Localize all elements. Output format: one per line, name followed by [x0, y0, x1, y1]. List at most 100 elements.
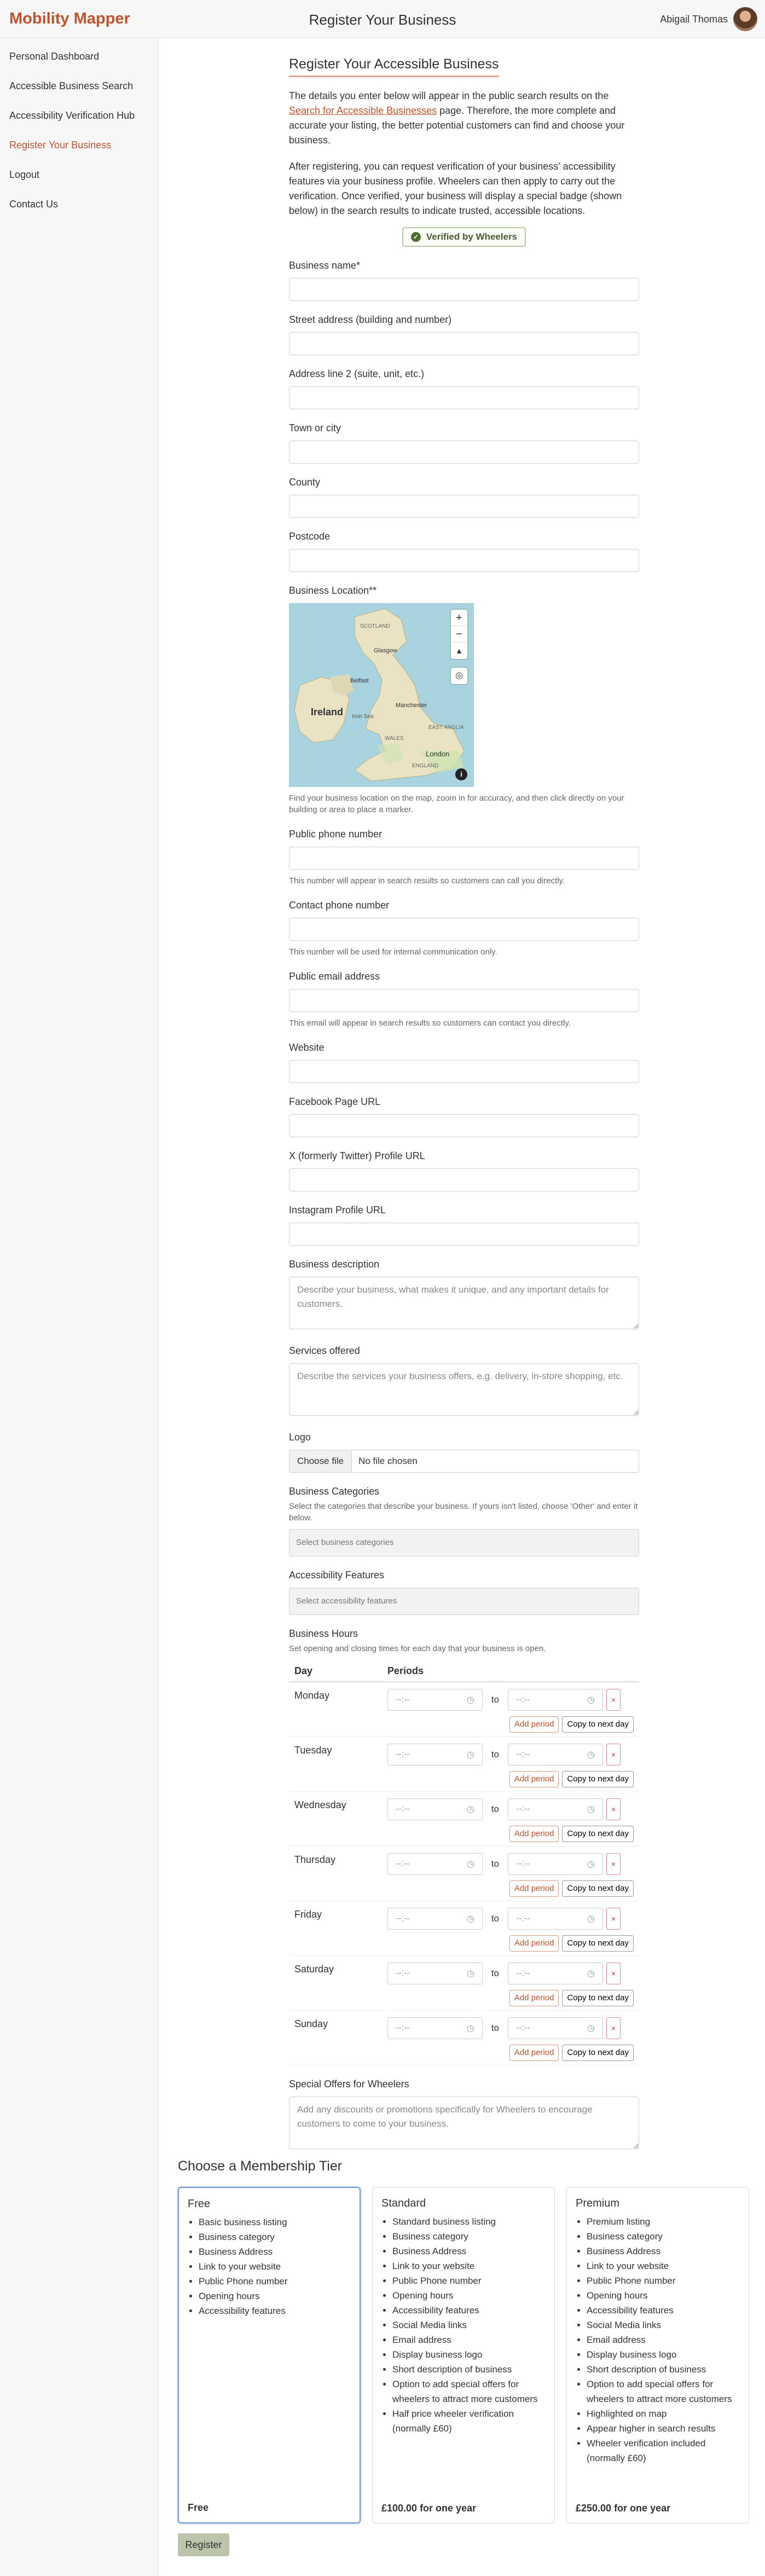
tier-card-standard[interactable]: StandardStandard business listingBusines… [372, 2187, 555, 2523]
clock-icon: ◷ [587, 1695, 595, 1705]
intro-paragraph-2: After registering, you can request verif… [289, 161, 622, 216]
tier-feature: Link to your website [392, 2259, 546, 2273]
copy-next-day-button[interactable]: Copy to next day [562, 1935, 634, 1952]
copy-next-day-button[interactable]: Copy to next day [562, 1880, 634, 1897]
remove-period-button[interactable]: × [606, 1853, 621, 1875]
contact-phone-input[interactable] [289, 918, 639, 941]
tier-card-free[interactable]: Free Basic business listingBusiness categ… [178, 2187, 361, 2523]
facebook-input[interactable] [289, 1114, 639, 1137]
register-button[interactable]: Register [178, 2533, 229, 2556]
twitter-input[interactable] [289, 1168, 639, 1191]
hours-help: Set opening and closing times for each d… [289, 1644, 546, 1653]
day-name: Monday [289, 1682, 382, 1737]
map-canvas[interactable]: SCOTLAND Glasgow Belfast Ireland Irish S… [289, 603, 474, 787]
sidebar-item-verification[interactable]: Accessibility Verification Hub [0, 101, 158, 130]
town-input[interactable] [289, 441, 639, 464]
address2-input[interactable] [289, 386, 639, 409]
open-time-input[interactable]: --:-- ◷ [387, 1853, 483, 1875]
remove-period-button[interactable]: × [606, 1962, 621, 1984]
remove-period-button[interactable]: × [606, 1689, 621, 1711]
sidebar-item-dashboard[interactable]: Personal Dashboard [0, 42, 158, 71]
zoom-out-icon[interactable]: − [451, 626, 467, 642]
info-icon[interactable]: i [455, 768, 467, 780]
tier-feature: Opening hours [392, 2288, 546, 2303]
copy-next-day-button[interactable]: Copy to next day [562, 1770, 634, 1787]
add-period-button[interactable]: Add period [509, 1770, 559, 1787]
choose-file-button[interactable]: Choose file [289, 1450, 352, 1472]
copy-next-day-button[interactable]: Copy to next day [562, 2044, 634, 2061]
county-input[interactable] [289, 495, 639, 518]
instagram-label: Instagram Profile URL [289, 1205, 386, 1215]
sidebar-item-logout[interactable]: Logout [0, 160, 158, 189]
website-input[interactable] [289, 1060, 639, 1083]
avatar[interactable] [733, 7, 757, 31]
public-phone-input[interactable] [289, 847, 639, 870]
remove-period-button[interactable]: × [606, 1798, 621, 1820]
clock-icon: ◷ [587, 1914, 595, 1924]
street-input[interactable] [289, 332, 639, 355]
sidebar-item-register[interactable]: Register Your Business [0, 130, 158, 160]
tier-feature: Option to add special offers for wheeler… [392, 2377, 546, 2406]
close-time-input[interactable]: --:-- ◷ [508, 1853, 603, 1875]
logo-file-input[interactable]: Choose file No file chosen [289, 1450, 639, 1473]
clock-icon: ◷ [587, 1859, 595, 1869]
close-time-input[interactable]: --:-- ◷ [508, 1743, 603, 1765]
open-time-input[interactable]: --:-- ◷ [387, 2017, 483, 2039]
user-menu[interactable]: Abigail Thomas [660, 7, 757, 31]
location-label: Business Location** [289, 585, 377, 596]
services-textarea[interactable] [289, 1363, 639, 1416]
map-label-ireland: Ireland [311, 707, 343, 717]
add-period-button[interactable]: Add period [509, 2044, 559, 2061]
map-zoom-controls: + − ▲ [451, 610, 467, 659]
open-time-input[interactable]: --:-- ◷ [387, 1798, 483, 1820]
sidebar-item-contact[interactable]: Contact Us [0, 189, 158, 219]
add-period-button[interactable]: Add period [509, 1716, 559, 1733]
open-time-input[interactable]: --:-- ◷ [387, 1743, 483, 1765]
user-name[interactable]: Abigail Thomas [660, 14, 728, 25]
features-select[interactable]: Select accessibility features [289, 1588, 639, 1615]
copy-next-day-button[interactable]: Copy to next day [562, 1825, 634, 1842]
open-time-input[interactable]: --:-- ◷ [387, 1907, 483, 1930]
business-name-label: Business name* [289, 260, 361, 271]
sidebar-item-search[interactable]: Accessible Business Search [0, 71, 158, 101]
open-time-input[interactable]: --:-- ◷ [387, 1962, 483, 1984]
public-email-input[interactable] [289, 989, 639, 1012]
close-time-input[interactable]: --:-- ◷ [508, 1798, 603, 1820]
tier-feature: Wheeler verification included (normally … [587, 2436, 740, 2465]
search-businesses-link[interactable]: Search for Accessible Businesses [289, 105, 437, 116]
remove-period-button[interactable]: × [606, 1907, 621, 1930]
tier-feature: Accessibility features [392, 2303, 546, 2318]
description-textarea[interactable] [289, 1277, 639, 1329]
compass-icon[interactable]: ▲ [451, 642, 467, 659]
to-label: to [491, 1858, 500, 1869]
close-time-input[interactable]: --:-- ◷ [508, 1962, 603, 1984]
contact-phone-help: This number will be used for internal co… [289, 947, 497, 957]
features-label: Accessibility Features [289, 1570, 385, 1581]
locate-me-icon[interactable]: ◎ [451, 668, 467, 684]
add-period-button[interactable]: Add period [509, 1825, 559, 1842]
tier-feature: Display business logo [587, 2347, 740, 2362]
brand-logo[interactable]: Mobility Mapper [9, 10, 130, 28]
close-time-input[interactable]: --:-- ◷ [508, 1907, 603, 1930]
add-period-button[interactable]: Add period [509, 1880, 559, 1897]
close-time-input[interactable]: --:-- ◷ [508, 2017, 603, 2039]
remove-period-button[interactable]: × [606, 2017, 621, 2039]
postcode-input[interactable] [289, 549, 639, 572]
open-time-input[interactable]: --:-- ◷ [387, 1689, 483, 1711]
location-map[interactable]: SCOTLAND Glasgow Belfast Ireland Irish S… [289, 603, 474, 787]
add-period-button[interactable]: Add period [509, 1989, 559, 2006]
tier-feature: Business Address [587, 2244, 740, 2259]
close-time-input[interactable]: --:-- ◷ [508, 1689, 603, 1711]
tier-feature: Standard business listing [392, 2214, 546, 2229]
copy-next-day-button[interactable]: Copy to next day [562, 1716, 634, 1733]
remove-period-button[interactable]: × [606, 1743, 621, 1765]
zoom-in-icon[interactable]: + [451, 610, 467, 626]
add-period-button[interactable]: Add period [509, 1935, 559, 1952]
copy-next-day-button[interactable]: Copy to next day [562, 1989, 634, 2006]
instagram-input[interactable] [289, 1223, 639, 1246]
categories-select[interactable]: Select business categories [289, 1529, 639, 1556]
offers-textarea[interactable] [289, 2096, 639, 2149]
business-name-input[interactable] [289, 278, 639, 301]
tier-card-premium[interactable]: Premium Premium listingBusiness categoryB… [566, 2187, 749, 2523]
map-label-london: London [426, 750, 449, 758]
